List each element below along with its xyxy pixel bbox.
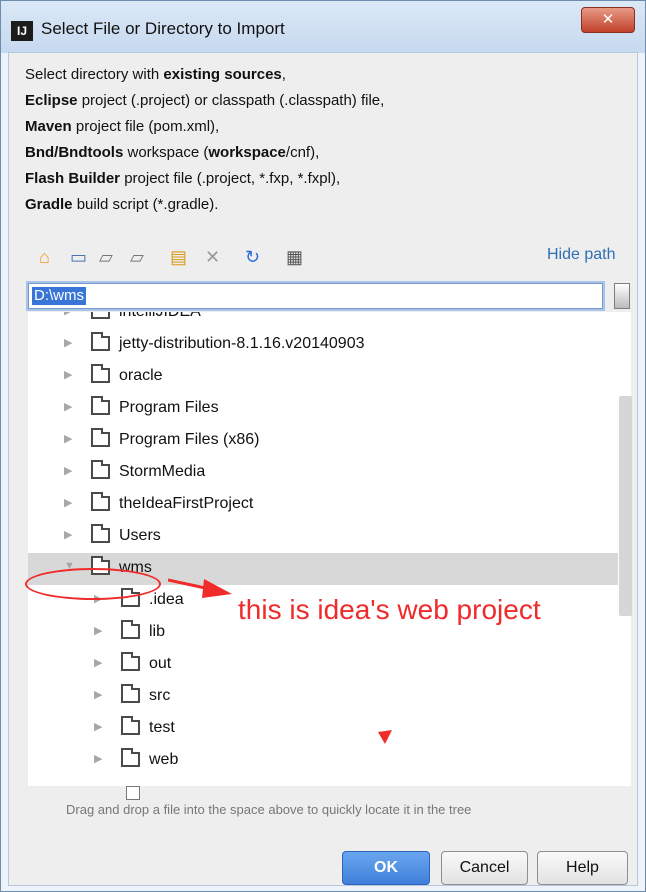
expand-right-icon[interactable]: ▶ [94, 688, 106, 701]
folder-icon [91, 396, 110, 415]
tree-node[interactable]: ▶ web [28, 745, 618, 777]
intellij-app-icon: IJ [11, 21, 33, 41]
expand-right-icon[interactable]: ▶ [64, 496, 76, 509]
tree-node[interactable]: ▶ StormMedia [28, 457, 618, 489]
tree-node[interactable]: ▶ Program Files [28, 393, 618, 425]
expand-right-icon[interactable]: ▶ [64, 368, 76, 381]
title-bar: IJ Select File or Directory to Import ✕ [1, 1, 645, 53]
folder-icon [91, 492, 110, 511]
tree-node-label: out [149, 655, 172, 672]
module-folder-icon[interactable]: ▱ [130, 247, 144, 267]
path-input-value[interactable]: D:\wms [32, 287, 86, 305]
tree-node[interactable]: ▶ out [28, 649, 618, 681]
refresh-icon[interactable]: ↻ [245, 247, 260, 267]
cancel-button[interactable]: Cancel [441, 851, 528, 885]
tree-node-label: lib [149, 623, 166, 640]
new-folder-icon[interactable]: ▤ [170, 247, 187, 267]
description-line-2: Eclipse project (.project) or classpath … [25, 92, 385, 109]
folder-icon [91, 460, 110, 479]
annotation-text: this is idea's web project [238, 594, 541, 625]
folder-icon [91, 332, 110, 351]
expand-right-icon[interactable]: ▶ [64, 400, 76, 413]
tree-node[interactable]: ▶ theIdeaFirstProject [28, 489, 618, 521]
folder-icon [121, 684, 140, 703]
file-icon [126, 786, 140, 800]
folder-icon [91, 428, 110, 447]
wms-highlight-circle [25, 568, 161, 600]
delete-icon[interactable]: ✕ [205, 247, 220, 267]
tree-node[interactable]: ▶ Users [28, 521, 618, 553]
expand-right-icon[interactable]: ▶ [64, 528, 76, 541]
directory-tree[interactable]: ▶ intelliJIDEA ▶ jetty-distribution-8.1.16.… [28, 312, 631, 786]
tree-node-label: intelliJIDEA [119, 312, 201, 321]
tree-node[interactable]: ▶ oracle [28, 361, 618, 393]
project-folder-icon[interactable]: ▱ [99, 247, 113, 267]
expand-right-icon[interactable]: ▶ [64, 432, 76, 445]
tree-node-label: jetty-distribution-8.1.16.v20140903 [119, 335, 365, 352]
folder-icon [121, 748, 140, 767]
folder-icon [121, 620, 140, 639]
home-icon[interactable]: ⌂ [39, 247, 50, 267]
description-line-4: Bnd/Bndtools workspace (workspace/cnf), [25, 144, 320, 161]
tree-node-label: Users [119, 527, 161, 544]
tree-node-label: theIdeaFirstProject [119, 495, 254, 512]
tree-node[interactable]: ▶ intelliJIDEA [28, 312, 618, 329]
expand-right-icon[interactable]: ▶ [94, 720, 106, 733]
tree-scrollbar[interactable] [619, 396, 632, 616]
folder-icon [91, 524, 110, 543]
folder-icon [121, 652, 140, 671]
description-line-1: Select directory with existing sources, [25, 66, 286, 83]
help-button[interactable]: Help [537, 851, 628, 885]
tree-node-label: oracle [119, 367, 163, 384]
import-description: Select directory with existing sources, … [25, 62, 384, 218]
tree-node[interactable]: ▶ Program Files (x86) [28, 425, 618, 457]
tree-node-label: web [149, 751, 179, 768]
expand-right-icon[interactable]: ▶ [64, 336, 76, 349]
description-line-3: Maven project file (pom.xml), [25, 118, 220, 135]
expand-right-icon[interactable]: ▶ [94, 624, 106, 637]
description-line-5: Flash Builder project file (.project, *.… [25, 170, 341, 187]
ok-button[interactable]: OK [342, 851, 430, 885]
expand-right-icon[interactable]: ▶ [94, 752, 106, 765]
tree-node[interactable]: ▶ src [28, 681, 618, 713]
folder-icon [121, 716, 140, 735]
show-hidden-icon[interactable]: ▦ [286, 247, 303, 267]
path-input[interactable]: D:\wms [28, 283, 603, 309]
desktop-icon[interactable]: ▭ [70, 247, 87, 267]
tree-node-label: src [149, 687, 171, 704]
hide-path-link[interactable]: Hide path [547, 246, 616, 264]
tree-node-label: Program Files [119, 399, 219, 416]
path-history-button[interactable] [614, 283, 630, 309]
tree-node-label: Program Files (x86) [119, 431, 260, 448]
tree-node[interactable]: ▶ test [28, 713, 618, 745]
red-pointer-icon [378, 730, 392, 744]
close-button[interactable]: ✕ [581, 7, 635, 33]
tree-node[interactable]: ▶ jetty-distribution-8.1.16.v20140903 [28, 329, 618, 361]
expand-right-icon[interactable]: ▶ [64, 312, 76, 317]
expand-right-icon[interactable]: ▶ [94, 656, 106, 669]
tree-node-label: test [149, 719, 175, 736]
folder-icon [91, 364, 110, 383]
dialog-title: Select File or Directory to Import [41, 19, 285, 38]
folder-icon [91, 312, 110, 319]
expand-right-icon[interactable]: ▶ [64, 464, 76, 477]
tree-node-label: StormMedia [119, 463, 206, 480]
drag-drop-hint: Drag and drop a file into the space abov… [66, 802, 472, 817]
description-line-6: Gradle build script (*.gradle). [25, 196, 219, 213]
annotation-arrow-icon [168, 578, 232, 598]
